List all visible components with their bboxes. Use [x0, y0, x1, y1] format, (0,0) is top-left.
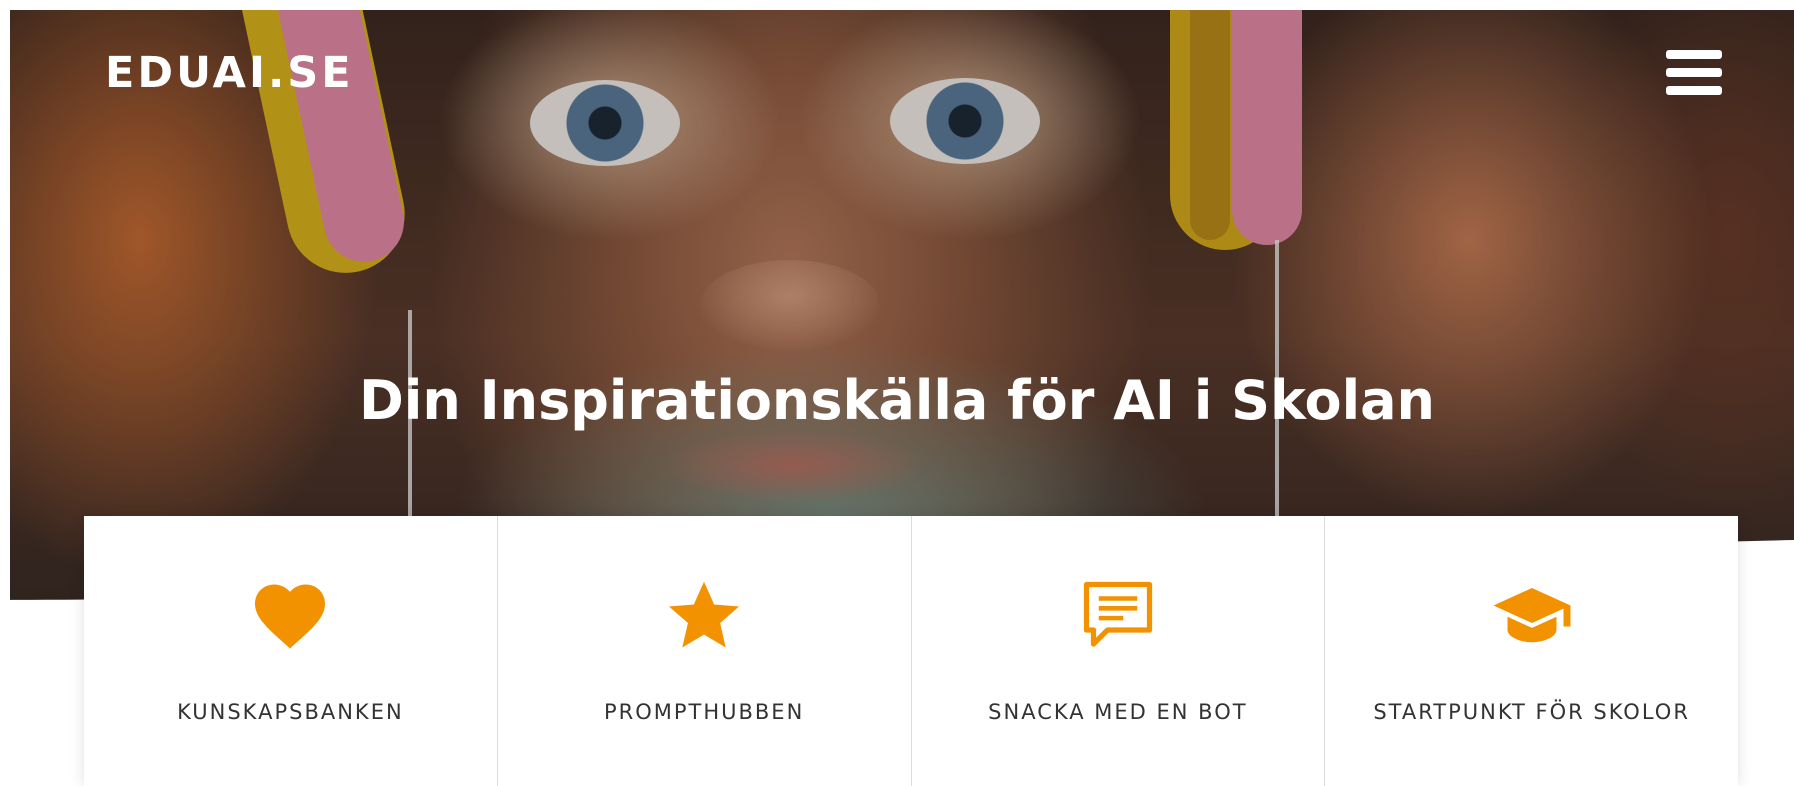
- star-icon: [669, 581, 740, 648]
- hamburger-menu-button[interactable]: [1666, 50, 1722, 96]
- feature-card-label: PROMPTHUBBEN: [603, 700, 805, 724]
- feature-card-prompthubben[interactable]: PROMPTHUBBEN: [498, 516, 912, 786]
- chat-bubble-icon: [1083, 581, 1152, 647]
- feature-card-kunskapsbanken[interactable]: KUNSKAPSBANKEN: [84, 516, 498, 786]
- feature-cards: KUNSKAPSBANKEN PROMPTHUBBEN SNACKA MED E…: [84, 516, 1738, 786]
- hero-title: Din Inspirationskälla för AI i Skolan: [359, 369, 1435, 432]
- feature-card-label: KUNSKAPSBANKEN: [177, 700, 404, 724]
- graduation-cap-icon: [1493, 588, 1571, 643]
- heart-icon: [255, 584, 326, 649]
- feature-card-startpunkt-for-skolor[interactable]: STARTPUNKT FÖR SKOLOR: [1325, 516, 1738, 786]
- site-logo[interactable]: EDUAI.SE: [105, 48, 354, 98]
- hamburger-menu-icon: [1666, 50, 1722, 59]
- feature-card-snacka-med-en-bot[interactable]: SNACKA MED EN BOT: [912, 516, 1326, 786]
- feature-card-label: STARTPUNKT FÖR SKOLOR: [1373, 700, 1690, 724]
- feature-card-label: SNACKA MED EN BOT: [988, 700, 1248, 724]
